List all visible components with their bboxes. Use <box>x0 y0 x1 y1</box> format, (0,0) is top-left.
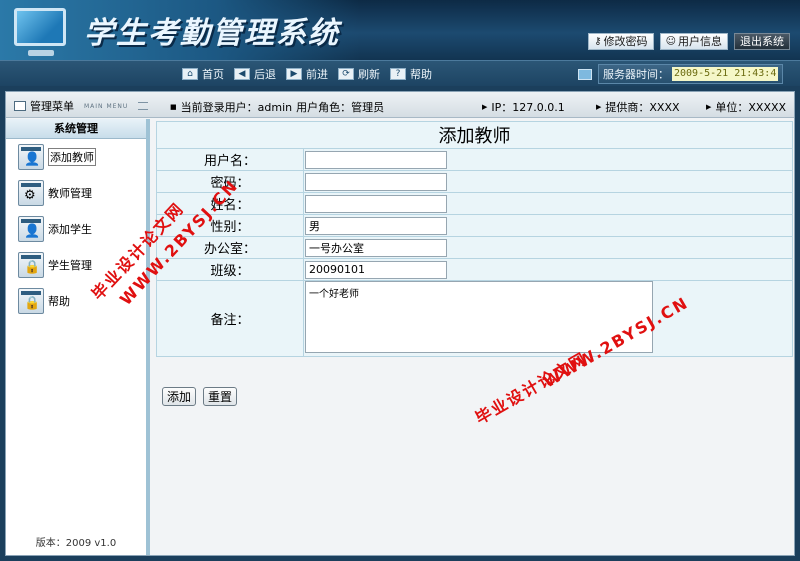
class-label: 班级： <box>156 258 304 281</box>
form-title-row: 添加教师 <box>156 121 793 149</box>
sidebar: 系统管理 👤 添加教师 ⚙ 教师管理 👤 添加学生 🔒 学生管理 🔒 帮助 版本… <box>6 119 150 555</box>
student-manage-icon: 🔒 <box>18 252 44 278</box>
logout-button[interactable]: 退出系统 <box>734 33 790 50</box>
nav-refresh-label: 刷新 <box>358 68 380 81</box>
version-text: 版本：2009 v1.0 <box>35 538 117 549</box>
nav-bar: ⌂ 首页 ◀ 后退 ▶ 前进 ⟳ 刷新 ? 帮助 <box>182 66 432 82</box>
ip-status: ▶ IP：127.0.0.1 <box>482 99 565 115</box>
sidebar-item-add-teacher[interactable]: 👤 添加教师 <box>6 139 146 175</box>
name-field[interactable] <box>305 194 447 213</box>
server-time-box: 服务器时间： 2009-5-21 21:43:4 <box>598 64 784 84</box>
top-buttons: ⚷ 修改密码 ☺ 用户信息 退出系统 <box>588 33 790 50</box>
ip-text: IP：127.0.0.1 <box>491 101 565 114</box>
key-icon: ⚷ <box>594 36 602 47</box>
class-field[interactable] <box>305 260 447 279</box>
menu-title-en: MAIN MENU <box>84 102 129 110</box>
change-password-button[interactable]: ⚷ 修改密码 <box>588 33 654 50</box>
logout-label: 退出系统 <box>740 35 784 48</box>
content-frame: 管理菜单 MAIN MENU ■ 当前登录用户：admin 用户角色：管理员 ▶… <box>5 91 795 556</box>
reset-button[interactable]: 重置 <box>203 387 238 406</box>
server-time-area: 服务器时间： 2009-5-21 21:43:4 <box>578 64 784 84</box>
triangle-icon: ▶ <box>706 103 712 111</box>
app-header: 学生考勤管理系统 ⚷ 修改密码 ☺ 用户信息 退出系统 <box>0 0 800 60</box>
username-field[interactable] <box>305 150 447 169</box>
sidebar-item-label: 帮助 <box>48 295 70 308</box>
user-info-label: 用户信息 <box>678 35 722 48</box>
sidebar-item-label: 学生管理 <box>48 259 92 272</box>
username-label: 用户名： <box>156 148 304 171</box>
refresh-icon: ⟳ <box>338 68 354 80</box>
sidebar-item-label: 添加学生 <box>48 223 92 236</box>
nav-help[interactable]: ? 帮助 <box>390 66 432 82</box>
add-button[interactable]: 添加 <box>162 387 197 406</box>
menu-toggle-icon[interactable] <box>138 102 149 110</box>
teacher-manage-icon: ⚙ <box>18 180 44 206</box>
add-teacher-form: 添加教师 用户名： 密码： 姓名： 性别： 办公室： <box>156 121 793 357</box>
menu-title-label: 管理菜单 <box>30 100 74 113</box>
change-password-label: 修改密码 <box>603 35 648 48</box>
home-icon: ⌂ <box>182 68 198 80</box>
server-time-label: 服务器时间： <box>603 68 669 81</box>
back-arrow-icon: ◀ <box>234 68 250 80</box>
nav-back-label: 后退 <box>254 68 276 81</box>
user-role-text: 用户角色：管理员 <box>296 101 385 114</box>
monitor-logo-icon <box>14 8 66 46</box>
nav-back[interactable]: ◀ 后退 <box>234 66 276 82</box>
menu-title: 管理菜单 MAIN MENU <box>14 98 149 114</box>
login-user-text: 当前登录用户：admin <box>180 101 293 114</box>
provider-status: ▶ 提供商：XXXX <box>596 99 680 115</box>
sidebar-item-add-student[interactable]: 👤 添加学生 <box>6 211 146 247</box>
toolbar: ⌂ 首页 ◀ 后退 ▶ 前进 ⟳ 刷新 ? 帮助 服务器时间： 2009-5-2… <box>0 60 800 86</box>
app-title: 学生考勤管理系统 <box>84 16 340 51</box>
form-row: 用户名： <box>156 148 793 171</box>
nav-help-label: 帮助 <box>410 68 432 81</box>
unit-text: 单位：XXXXX <box>715 101 787 114</box>
logo-area: 学生考勤管理系统 <box>0 0 360 60</box>
bullet-icon: ■ <box>170 103 177 111</box>
memo-label: 备注： <box>156 280 304 357</box>
server-time-value: 2009-5-21 21:43:4 <box>672 67 779 81</box>
triangle-icon: ▶ <box>596 103 602 111</box>
main-panel: 添加教师 用户名： 密码： 姓名： 性别： 办公室： <box>154 119 794 555</box>
add-student-icon: 👤 <box>18 216 44 242</box>
unit-status: ▶ 单位：XXXXX <box>706 99 786 115</box>
gender-field[interactable] <box>305 216 447 235</box>
login-user-status: ■ 当前登录用户：admin 用户角色：管理员 <box>170 99 384 115</box>
form-row: 密码： <box>156 170 793 193</box>
sidebar-item-label: 添加教师 <box>48 148 96 166</box>
form-row: 性别： <box>156 214 793 237</box>
screen-icon <box>578 68 592 80</box>
form-actions: 添加 重置 <box>162 387 238 406</box>
provider-text: 提供商：XXXX <box>605 101 680 114</box>
sidebar-heading: 系统管理 <box>6 119 146 139</box>
add-teacher-icon: 👤 <box>18 144 44 170</box>
user-info-button[interactable]: ☺ 用户信息 <box>659 33 728 50</box>
office-field[interactable] <box>305 238 447 257</box>
form-title: 添加教师 <box>156 121 793 149</box>
triangle-icon: ▶ <box>482 103 488 111</box>
nav-forward-label: 前进 <box>306 68 328 81</box>
nav-refresh[interactable]: ⟳ 刷新 <box>338 66 380 82</box>
menu-icon <box>14 101 26 111</box>
nav-home-label: 首页 <box>202 68 224 81</box>
form-row: 姓名： <box>156 192 793 215</box>
monitor-stand <box>28 50 54 56</box>
nav-home[interactable]: ⌂ 首页 <box>182 66 224 82</box>
help-icon: ? <box>390 68 406 80</box>
form-row: 办公室： <box>156 236 793 259</box>
form-row: 班级： <box>156 258 793 281</box>
nav-forward[interactable]: ▶ 前进 <box>286 66 328 82</box>
forward-arrow-icon: ▶ <box>286 68 302 80</box>
user-icon: ☺ <box>665 36 676 47</box>
form-row: 备注： 一个好老师 <box>156 280 793 357</box>
help-icon: 🔒 <box>18 288 44 314</box>
password-field[interactable] <box>305 172 447 191</box>
sidebar-item-teacher-manage[interactable]: ⚙ 教师管理 <box>6 175 146 211</box>
info-bar: 管理菜单 MAIN MENU ■ 当前登录用户：admin 用户角色：管理员 ▶… <box>6 92 794 118</box>
sidebar-item-label: 教师管理 <box>48 187 92 200</box>
